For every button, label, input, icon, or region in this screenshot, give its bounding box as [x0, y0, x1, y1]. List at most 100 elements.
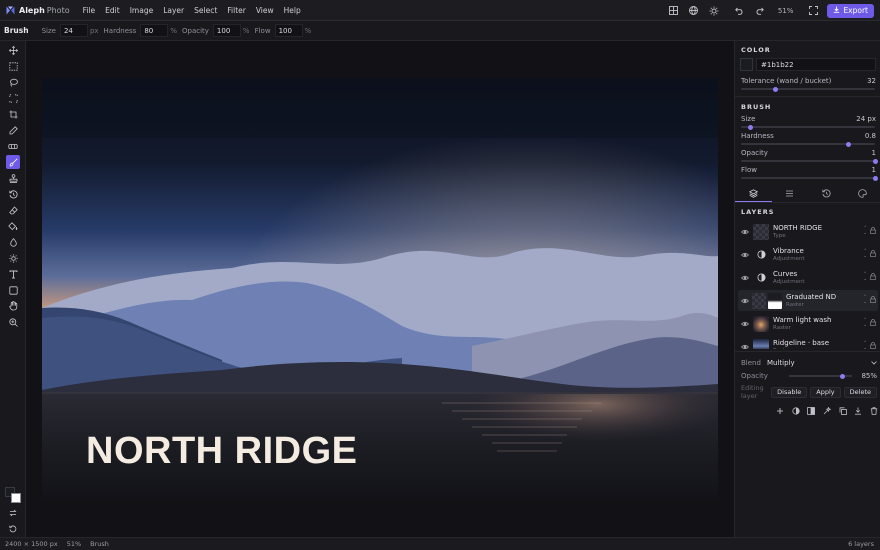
apply-button[interactable]: Apply [810, 386, 841, 398]
trash-icon[interactable] [869, 406, 879, 416]
menu-layer[interactable]: Layer [163, 6, 184, 15]
current-color-swatch[interactable] [740, 58, 753, 71]
sun-icon[interactable] [708, 5, 720, 17]
export-button[interactable]: Export [827, 3, 874, 18]
lock-icon[interactable] [870, 227, 876, 236]
layer-opacity-slider[interactable] [789, 373, 853, 379]
brush-opacity-knob[interactable] [872, 158, 878, 164]
reorder-arrows-icon[interactable]: ⌃ ⌄ [863, 249, 867, 259]
layers-icon[interactable] [735, 185, 772, 202]
grid-icon[interactable] [668, 5, 680, 17]
layer-opacity-knob[interactable] [840, 373, 846, 379]
visibility-eye-icon[interactable] [740, 275, 750, 281]
background-color-swatch[interactable] [11, 493, 21, 503]
blend-mode-select[interactable]: Multiply [767, 357, 877, 368]
brush-hardness-slider[interactable] [741, 141, 875, 147]
reorder-arrows-icon[interactable]: ⌃ ⌄ [863, 295, 867, 305]
brush-size-knob[interactable] [747, 124, 753, 130]
duplicate-icon[interactable] [838, 406, 848, 416]
layer-row-ridgeline-base[interactable]: Ridgeline · base Raster ⌃⌄ [738, 336, 878, 349]
history-brush-icon[interactable] [6, 187, 20, 201]
layer-row-warm-light-wash[interactable]: Warm light wash Raster ⌃ ⌄ [738, 313, 878, 334]
visibility-eye-icon[interactable] [740, 344, 750, 350]
lasso-icon[interactable] [6, 75, 20, 89]
visibility-eye-icon[interactable] [740, 298, 750, 304]
lock-icon[interactable] [870, 273, 876, 282]
redo-icon[interactable] [754, 5, 766, 17]
blur-icon[interactable] [6, 235, 20, 249]
reset-colors-icon[interactable] [6, 522, 20, 536]
flow-input[interactable]: 100 [274, 24, 303, 37]
hand-icon[interactable] [6, 299, 20, 313]
layer-row-curves[interactable]: Curves Adjustment ⌃ ⌄ [738, 267, 878, 288]
tolerance-slider[interactable] [741, 86, 875, 92]
lock-icon[interactable] [870, 342, 876, 349]
lock-icon[interactable] [870, 319, 876, 328]
eraser-icon[interactable] [6, 203, 20, 217]
eyedropper-icon[interactable] [6, 123, 20, 137]
brush-icon[interactable] [6, 155, 20, 169]
menu-filter[interactable]: Filter [227, 6, 246, 15]
disable-button[interactable]: Disable [771, 386, 808, 398]
layer-thumbnail [753, 223, 769, 240]
swap-colors-icon[interactable] [6, 506, 20, 520]
tolerance-slider-knob[interactable] [773, 86, 779, 92]
layer-row-north-ridge[interactable]: NORTH RIDGE Type ⌃ ⌄ [738, 221, 878, 242]
brush-size-slider[interactable] [741, 124, 875, 130]
magic-select-icon[interactable] [6, 91, 20, 105]
brush-flow-slider[interactable] [741, 175, 878, 181]
add-layer-icon[interactable] [775, 406, 785, 416]
opacity-input[interactable]: 100 [212, 24, 241, 37]
shape-icon[interactable] [6, 283, 20, 297]
menu-help[interactable]: Help [284, 6, 301, 15]
effects-icon[interactable] [822, 406, 832, 416]
fill-icon[interactable] [6, 219, 20, 233]
visibility-eye-icon[interactable] [740, 229, 750, 235]
zoom-icon[interactable] [6, 315, 20, 329]
menu-view[interactable]: View [256, 6, 274, 15]
visibility-eye-icon[interactable] [740, 321, 750, 327]
mask-icon[interactable] [806, 406, 816, 416]
layer-row-graduated-nd[interactable]: Graduated ND Raster ⌃ ⌄ [738, 290, 878, 311]
adjustment-layer-icon[interactable] [791, 406, 801, 416]
menu-select[interactable]: Select [194, 6, 217, 15]
brush-hardness-knob[interactable] [845, 141, 851, 147]
list-icon[interactable] [772, 185, 809, 202]
delete-button[interactable]: Delete [843, 386, 877, 398]
dodge-icon[interactable] [6, 251, 20, 265]
size-input[interactable]: 24 [59, 24, 88, 37]
hex-color-input[interactable]: #1b1b22 [756, 58, 876, 71]
menu-image[interactable]: Image [130, 6, 154, 15]
brush-hardness-value: 0.8 [864, 132, 876, 140]
reorder-arrows-icon[interactable]: ⌃ ⌄ [863, 318, 867, 328]
merge-down-icon[interactable] [853, 406, 863, 416]
canvas-title-text[interactable]: NORTH RIDGE [86, 430, 358, 473]
canvas-area[interactable]: NORTH RIDGE [26, 41, 734, 537]
marquee-icon[interactable] [6, 59, 20, 73]
lock-icon[interactable] [870, 250, 876, 259]
move-icon[interactable] [6, 43, 20, 57]
brush-opacity-slider[interactable] [741, 158, 878, 164]
stamp-icon[interactable] [6, 171, 20, 185]
crop-icon[interactable] [6, 107, 20, 121]
brush-flow-knob[interactable] [872, 175, 878, 181]
layer-row-vibrance[interactable]: Vibrance Adjustment ⌃ ⌄ [738, 244, 878, 265]
type-icon[interactable] [6, 267, 20, 281]
history-icon[interactable] [808, 185, 845, 202]
palette-icon[interactable] [845, 185, 880, 202]
reorder-arrows-icon[interactable]: ⌃ ⌄ [863, 226, 867, 236]
menu-edit[interactable]: Edit [105, 6, 120, 15]
layer-mask-thumbnail[interactable] [768, 292, 782, 309]
undo-icon[interactable] [734, 5, 746, 17]
visibility-eye-icon[interactable] [740, 252, 750, 258]
document-canvas[interactable]: NORTH RIDGE [42, 78, 718, 500]
globe-icon[interactable] [688, 5, 700, 17]
fullscreen-icon[interactable] [807, 5, 819, 17]
zoom-level[interactable]: 51% [778, 7, 794, 15]
healing-icon[interactable] [6, 139, 20, 153]
reorder-arrows-icon[interactable]: ⌃ ⌄ [863, 341, 867, 349]
lock-icon[interactable] [870, 296, 876, 305]
menu-file[interactable]: File [83, 6, 96, 15]
reorder-arrows-icon[interactable]: ⌃ ⌄ [863, 272, 867, 282]
hardness-input[interactable]: 80 [140, 24, 169, 37]
